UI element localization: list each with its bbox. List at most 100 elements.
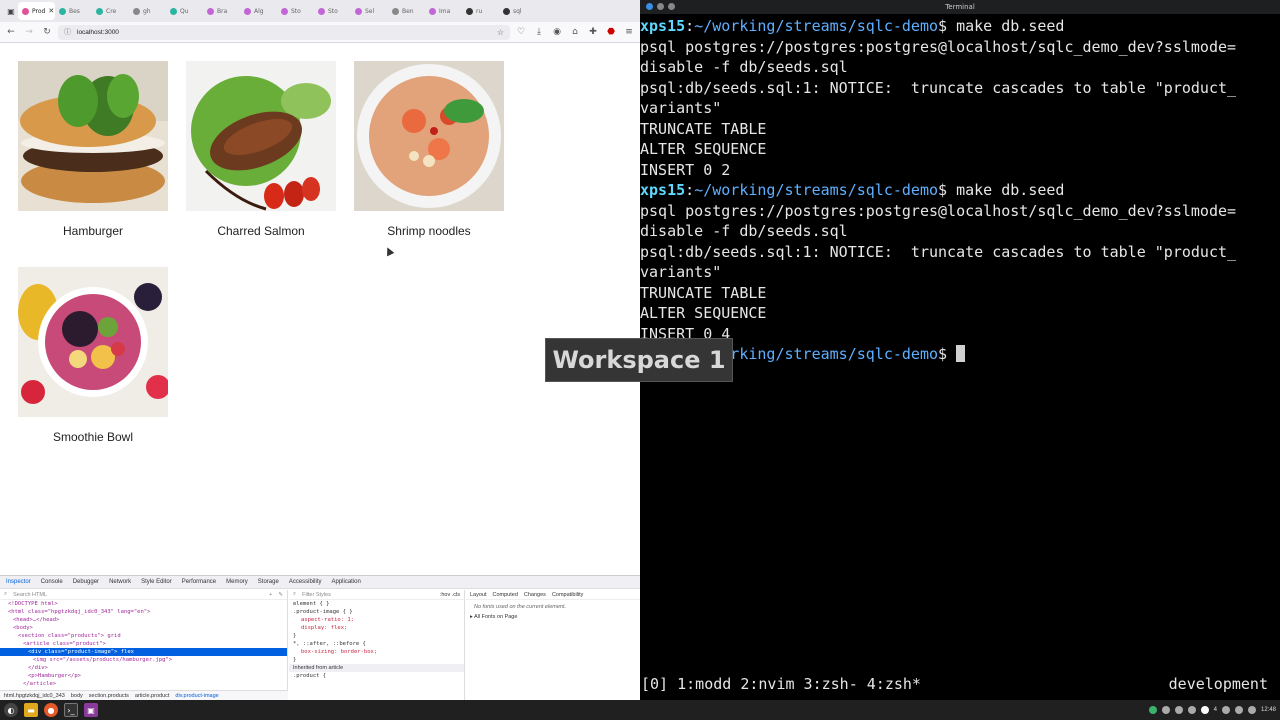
product-image-hamburger[interactable] <box>18 61 168 211</box>
layout-tab[interactable]: Computed <box>493 592 518 598</box>
css-rule-line[interactable]: } <box>289 656 464 664</box>
devtools-tab[interactable]: Style Editor <box>141 579 172 585</box>
devtools-tab[interactable]: Application <box>332 579 361 585</box>
breadcrumb-item[interactable]: html.hpgtzkdqj_idc0_343 <box>4 693 65 699</box>
browser-tab[interactable]: gh <box>129 2 166 20</box>
chat-icon[interactable] <box>1161 706 1170 714</box>
css-rule-line[interactable]: *, ::after, ::before { <box>289 640 464 648</box>
product-image-charred-salmon[interactable] <box>186 61 336 211</box>
menu-icon[interactable]: ≡ <box>622 25 636 39</box>
html-search-input[interactable]: Search HTML <box>13 592 47 598</box>
ublock-icon[interactable]: ⬣ <box>604 25 618 39</box>
back-button[interactable]: ← <box>4 25 18 39</box>
css-rule-line[interactable]: box-sizing: border-box; <box>289 648 464 656</box>
browser-tab[interactable]: Bra <box>203 2 240 20</box>
clock[interactable]: 12:48 <box>1261 707 1276 713</box>
html-node-line[interactable]: <section class="products"> grid <box>0 632 287 640</box>
html-node-line[interactable]: <head>…</head> <box>0 616 287 624</box>
browser-tab[interactable]: ru <box>462 2 499 20</box>
devtools-tab[interactable]: Accessibility <box>289 579 322 585</box>
app-icon[interactable]: ▣ <box>84 703 98 717</box>
html-node-line[interactable]: <article class="product"> <box>0 640 287 648</box>
product-image-smoothie-bowl[interactable] <box>18 267 168 417</box>
html-node-line[interactable]: <div class="product-image"> flex <box>0 648 287 656</box>
html-node-line[interactable]: <!DOCTYPE html> <box>0 600 287 608</box>
sync-icon[interactable] <box>1200 706 1209 714</box>
browser-tab[interactable]: Qu <box>166 2 203 20</box>
firefox-icon[interactable]: ● <box>44 703 58 717</box>
all-fonts-section[interactable]: ▸ All Fonts on Page <box>466 614 640 620</box>
layout-tab[interactable]: Changes <box>524 592 546 598</box>
product-name[interactable]: Shrimp noodles <box>354 224 504 238</box>
bookmark-star-icon[interactable]: ☆ <box>497 28 504 37</box>
css-rule-line[interactable]: aspect-ratio: 1; <box>289 616 464 624</box>
browser-tab[interactable]: Cre <box>92 2 129 20</box>
product-name[interactable]: Charred Salmon <box>186 224 336 238</box>
extensions-icon[interactable]: ⌂ <box>568 25 582 39</box>
breadcrumb-item[interactable]: body <box>71 693 83 699</box>
product-card-shrimp-noodles[interactable]: Shrimp noodles <box>354 61 504 238</box>
html-node-line[interactable]: </div> <box>0 664 287 672</box>
downloads-icon[interactable]: ⤓ <box>532 25 546 39</box>
product-card-hamburger[interactable]: Hamburger <box>18 61 168 238</box>
window-menu-icon[interactable] <box>646 3 653 10</box>
bluetooth-icon[interactable] <box>1187 706 1196 714</box>
tab-close-icon[interactable]: ✕ <box>48 7 54 15</box>
add-node-icon[interactable]: + <box>269 592 272 598</box>
pick-color-icon[interactable]: ✎ <box>278 592 283 598</box>
browser-tab[interactable]: Sel <box>351 2 388 20</box>
css-rule-line[interactable]: Inherited from article <box>289 664 464 672</box>
html-node-line[interactable]: </article> <box>0 680 287 688</box>
devtools-tab[interactable]: Console <box>41 579 63 585</box>
devtools-tab[interactable]: Performance <box>182 579 216 585</box>
product-name[interactable]: Smoothie Bowl <box>18 430 168 444</box>
html-node-line[interactable]: <html class="hpgtzkdqj_idc0_343" lang="e… <box>0 608 287 616</box>
html-node-line[interactable]: <body> <box>0 624 287 632</box>
close-icon[interactable] <box>668 3 675 10</box>
browser-tab[interactable]: Ima <box>425 2 462 20</box>
pseudo-class-toggle[interactable]: :hov .cls <box>440 592 460 598</box>
file-manager-icon[interactable]: ▬ <box>24 703 38 717</box>
addon-icon[interactable]: ✚ <box>586 25 600 39</box>
firefox-view-icon[interactable]: ▣ <box>4 4 18 18</box>
reload-button[interactable]: ↻ <box>40 25 54 39</box>
terminal-output[interactable]: xps15:~/working/streams/sqlc-demo$ make … <box>640 16 1280 365</box>
breadcrumb-item[interactable]: article.product <box>135 693 170 699</box>
start-menu-icon[interactable]: ◐ <box>4 703 18 717</box>
browser-tab[interactable]: Sto <box>277 2 314 20</box>
breadcrumb-item[interactable]: div.product-image <box>175 693 218 699</box>
pocket-icon[interactable]: ♡ <box>514 25 528 39</box>
product-card-charred-salmon[interactable]: Charred Salmon <box>186 61 336 238</box>
devtools-tab[interactable]: Memory <box>226 579 248 585</box>
devtools-tab[interactable]: Debugger <box>73 579 99 585</box>
filter-styles-input[interactable]: Filter Styles <box>302 592 331 598</box>
devtools-tab[interactable]: Network <box>109 579 131 585</box>
network-icon[interactable] <box>1174 706 1183 714</box>
power-icon[interactable] <box>1247 706 1256 714</box>
url-bar[interactable]: ⓘ localhost:3000 ☆ <box>58 24 510 40</box>
breadcrumb-item[interactable]: section.products <box>89 693 129 699</box>
product-card-smoothie-bowl[interactable]: Smoothie Bowl <box>18 267 168 444</box>
html-search-bar[interactable]: ⌕ Search HTML + ✎ <box>0 590 287 600</box>
forward-button[interactable]: → <box>22 25 36 39</box>
layout-tab[interactable]: Compatibility <box>552 592 583 598</box>
css-rule-line[interactable]: display: flex; <box>289 624 464 632</box>
volume-icon[interactable] <box>1221 706 1230 714</box>
terminal-icon[interactable]: ›_ <box>64 703 78 717</box>
terminal-window[interactable]: Terminal xps15:~/working/streams/sqlc-de… <box>640 0 1280 700</box>
rules-filter-bar[interactable]: ⌕ Filter Styles :hov .cls <box>289 590 464 600</box>
devtools-tab[interactable]: Inspector <box>6 579 31 585</box>
product-name[interactable]: Hamburger <box>18 224 168 238</box>
layout-tab[interactable]: Layout <box>470 592 487 598</box>
battery-icon[interactable] <box>1234 706 1243 714</box>
site-info-icon[interactable]: ⓘ <box>64 27 71 37</box>
css-rule-line[interactable]: .product { <box>289 672 464 680</box>
browser-tab[interactable]: Alg <box>240 2 277 20</box>
browser-tab[interactable]: Sto <box>314 2 351 20</box>
browser-tab[interactable]: Bes <box>55 2 92 20</box>
html-node-line[interactable]: <p>Hamburger</p> <box>0 672 287 680</box>
browser-tab[interactable]: sql <box>499 2 536 20</box>
browser-tab[interactable]: Prod ✕ <box>18 2 55 20</box>
browser-tab[interactable]: Ben <box>388 2 425 20</box>
minimize-icon[interactable] <box>657 3 664 10</box>
